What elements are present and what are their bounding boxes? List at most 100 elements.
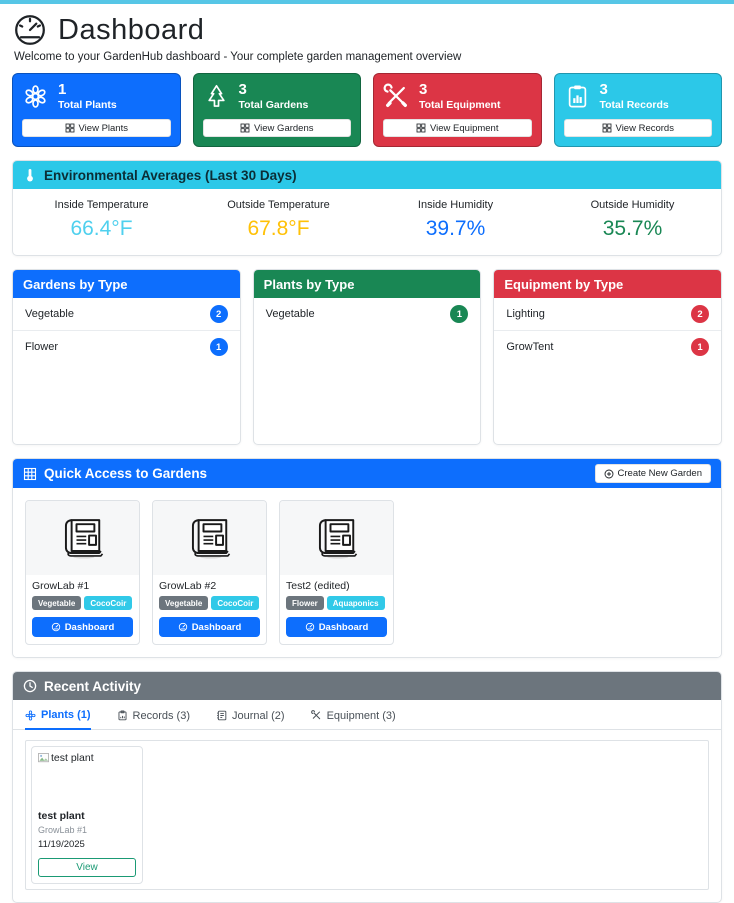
garden-name: GrowLab #2 xyxy=(159,580,217,592)
garden-card: Test2 (edited) Flower Aquaponics Dashboa… xyxy=(279,500,394,645)
stat-count: 3 xyxy=(599,81,608,98)
type-label: Flower xyxy=(25,341,59,353)
garden-card: GrowLab #1 Vegetable CocoCoir Dashboard xyxy=(25,500,140,645)
garden-type-badge: Vegetable xyxy=(32,596,82,610)
view-plants-label: View Plants xyxy=(78,122,128,134)
stat-card-total-equipment: 3 Total Equipment View Equipment xyxy=(373,73,542,147)
type-label: Vegetable xyxy=(25,308,74,320)
clock-icon xyxy=(23,679,37,693)
tab-equipment[interactable]: Equipment (3) xyxy=(310,709,396,729)
stat-card-total-plants: 1 Total Plants View Plants xyxy=(12,73,181,147)
plants-by-type-list: Vegetable 1 xyxy=(254,298,481,330)
grid-icon xyxy=(240,123,250,133)
page-subtitle: Welcome to your GardenHub dashboard - Yo… xyxy=(14,51,462,63)
type-label: Vegetable xyxy=(265,308,315,320)
recent-activity-tabs: Plants (1) Records (3) Journal (2) Equip… xyxy=(13,700,721,730)
equipment-by-type-title: Equipment by Type xyxy=(504,276,624,292)
garden-name: Test2 (edited) xyxy=(286,580,350,592)
create-new-garden-button[interactable]: Create New Garden xyxy=(594,464,711,483)
tab-journal-label: Journal (2) xyxy=(231,709,285,722)
view-equipment-button[interactable]: View Equipment xyxy=(383,119,532,137)
count-badge: 2 xyxy=(691,305,710,323)
gardens-by-type-title: Gardens by Type xyxy=(23,276,128,292)
metric-label: Inside Humidity xyxy=(417,199,494,211)
speedometer-icon xyxy=(51,622,60,632)
dashboard-page: Dashboard Welcome to your GardenHub dash… xyxy=(0,12,734,903)
newspaper-icon xyxy=(191,519,230,559)
metric-label: Inside Temperature xyxy=(54,199,149,211)
list-item: Flower 1 xyxy=(13,331,240,363)
grid-3x3-icon xyxy=(23,467,37,480)
plant-view-button[interactable]: View xyxy=(38,858,136,877)
newspaper-icon xyxy=(64,519,103,559)
tab-journal[interactable]: Journal (2) xyxy=(216,709,285,729)
garden-name: GrowLab #1 xyxy=(32,580,90,592)
journal-icon xyxy=(217,710,227,721)
view-gardens-label: View Gardens xyxy=(254,122,314,134)
tab-records[interactable]: Records (3) xyxy=(117,709,190,729)
garden-dashboard-label: Dashboard xyxy=(64,621,115,633)
grid-icon xyxy=(416,123,426,133)
plant-image-broken: test plant xyxy=(38,752,136,810)
count-badge: 1 xyxy=(209,338,228,356)
garden-image-placeholder xyxy=(26,501,139,575)
stat-count: 1 xyxy=(58,81,67,98)
metric-inside-humidity: Inside Humidity 39.7% xyxy=(367,199,544,241)
view-plants-button[interactable]: View Plants xyxy=(22,119,171,137)
grid-icon xyxy=(65,123,74,133)
count-badge: 2 xyxy=(209,305,228,323)
metric-outside-humidity: Outside Humidity 35.7% xyxy=(544,199,721,241)
stat-count: 3 xyxy=(238,81,247,98)
plant-image-alt-text: test plant xyxy=(51,752,94,764)
environmental-averages-header: Environmental Averages (Last 30 Days) xyxy=(13,161,721,189)
count-badge: 1 xyxy=(450,305,469,323)
stat-label: Total Plants xyxy=(58,98,117,111)
stat-card-total-records: 3 Total Records View Records xyxy=(553,73,722,147)
stat-label: Total Records xyxy=(599,98,669,111)
newspaper-icon xyxy=(318,519,357,559)
quick-access-header: Quick Access to Gardens Create New Garde… xyxy=(13,459,721,488)
garden-type-badge: Flower xyxy=(286,596,324,610)
list-item: Vegetable 2 xyxy=(13,298,240,331)
garden-cards-row: GrowLab #1 Vegetable CocoCoir Dashboard xyxy=(13,488,721,657)
equipment-by-type-card: Equipment by Type Lighting 2 GrowTent 1 xyxy=(493,269,723,445)
tab-plants-label: Plants (1) xyxy=(41,709,91,721)
gardens-by-type-header: Gardens by Type xyxy=(13,270,240,298)
recent-activity-panel: Recent Activity Plants (1) Records (3) J… xyxy=(12,671,722,903)
plants-by-type-card: Plants by Type Vegetable 1 xyxy=(252,269,482,445)
view-equipment-label: View Equipment xyxy=(430,122,499,134)
stat-label: Total Equipment xyxy=(419,98,501,111)
recent-activity-title: Recent Activity xyxy=(44,678,142,694)
count-badge: 1 xyxy=(691,338,710,356)
clipboard-chart-icon xyxy=(568,85,586,108)
metric-inside-temperature: Inside Temperature 66.4°F xyxy=(13,199,190,241)
recent-activity-content: test plant test plant GrowLab #1 11/19/2… xyxy=(25,740,709,890)
speedometer-icon xyxy=(178,622,187,632)
top-accent-bar xyxy=(0,0,734,4)
speedometer-icon xyxy=(15,15,45,45)
flower-icon xyxy=(25,710,36,720)
list-item: Vegetable 1 xyxy=(254,298,481,330)
garden-dashboard-button[interactable]: Dashboard xyxy=(32,617,133,637)
view-gardens-button[interactable]: View Gardens xyxy=(202,119,351,137)
garden-type-badge: Vegetable xyxy=(159,596,209,610)
gardens-by-type-list: Vegetable 2 Flower 1 xyxy=(13,298,240,363)
garden-dashboard-label: Dashboard xyxy=(318,621,369,633)
garden-dashboard-button[interactable]: Dashboard xyxy=(286,617,387,637)
metric-value: 39.7% xyxy=(425,217,486,240)
tools-icon xyxy=(310,710,320,720)
garden-dashboard-button[interactable]: Dashboard xyxy=(159,617,260,637)
metric-outside-temperature: Outside Temperature 67.8°F xyxy=(190,199,367,241)
page-header: Dashboard Welcome to your GardenHub dash… xyxy=(12,12,722,64)
recent-activity-header: Recent Activity xyxy=(13,672,721,700)
stats-row: 1 Total Plants View Plants 3 Total Garde… xyxy=(12,73,722,147)
view-records-button[interactable]: View Records xyxy=(563,119,712,137)
clipboard-icon xyxy=(118,710,127,721)
list-item: GrowTent 1 xyxy=(494,331,721,363)
environmental-averages-panel: Environmental Averages (Last 30 Days) In… xyxy=(12,160,722,256)
gardens-by-type-card: Gardens by Type Vegetable 2 Flower 1 xyxy=(12,269,241,445)
plant-name: test plant xyxy=(38,810,85,822)
garden-image-placeholder xyxy=(153,501,266,575)
tab-plants[interactable]: Plants (1) xyxy=(25,709,91,730)
tab-equipment-label: Equipment (3) xyxy=(326,709,396,722)
